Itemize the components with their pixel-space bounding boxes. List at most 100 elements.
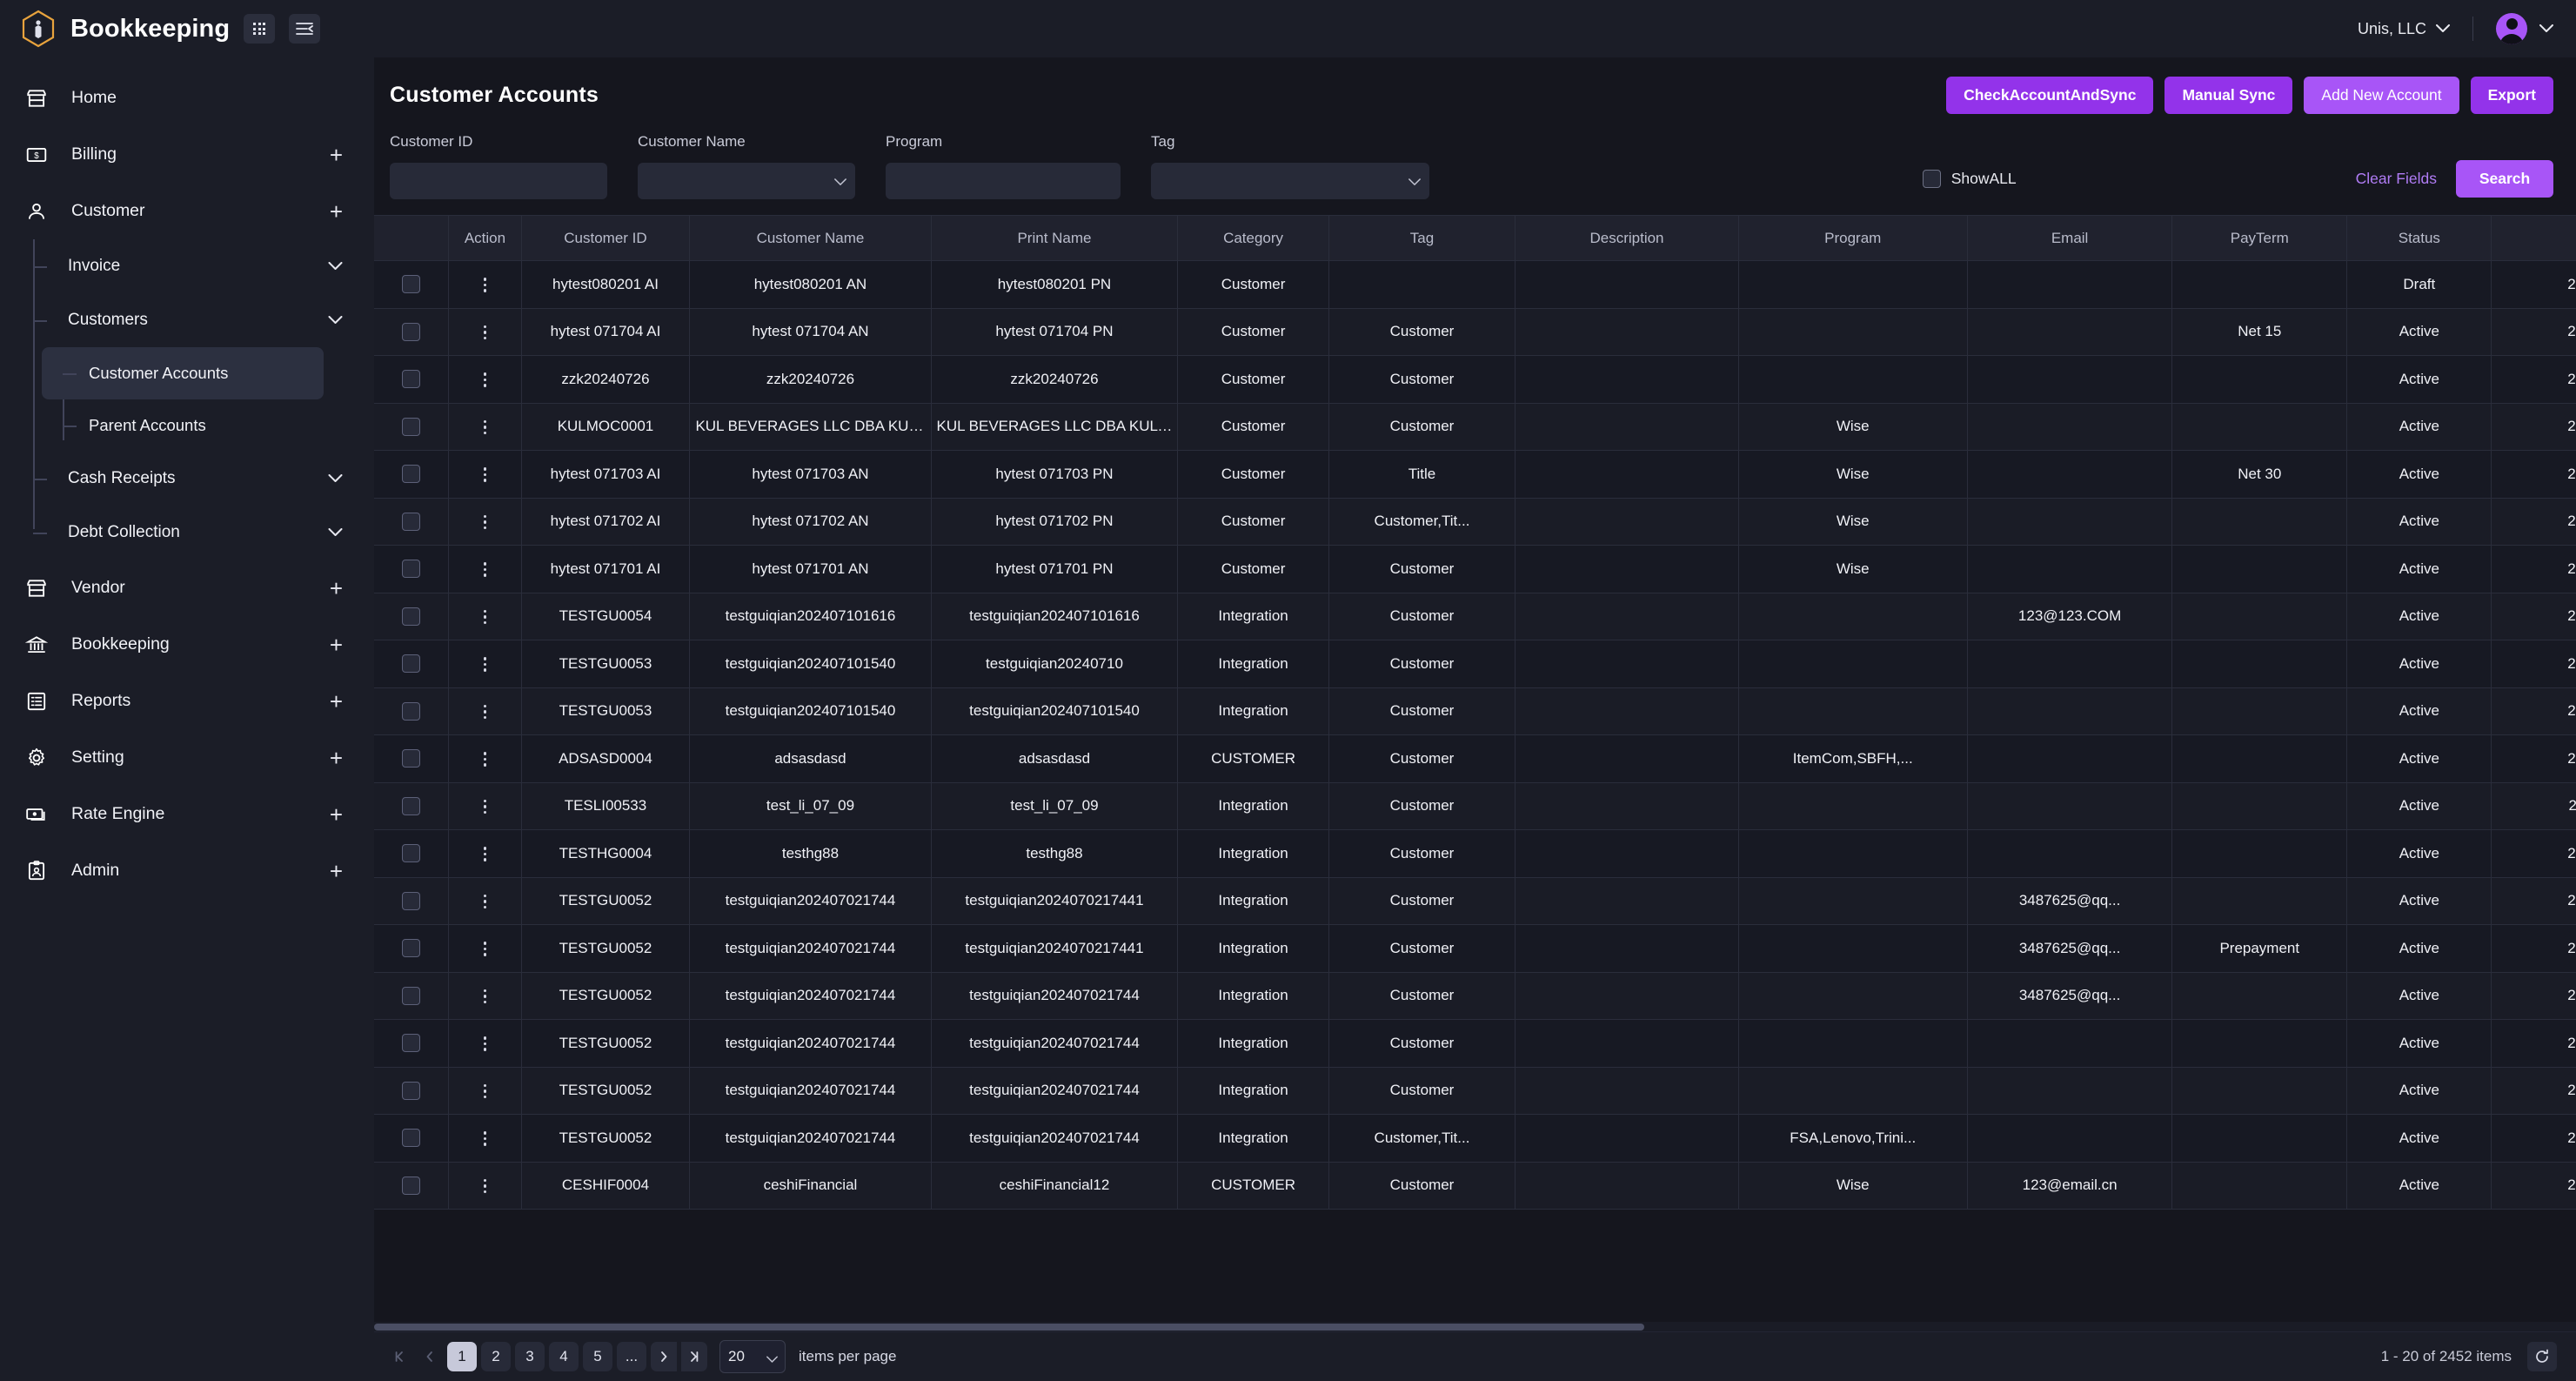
row-checkbox-cell[interactable] [374,356,449,404]
row-action-cell[interactable] [449,640,521,688]
add-icon[interactable]: + [330,577,343,600]
row-checkbox[interactable] [402,844,420,862]
table-row[interactable]: TESTGU0052testguiqian202407021744testgui… [374,1020,2576,1068]
table-row[interactable]: TESTGU0053testguiqian202407101540testgui… [374,687,2576,735]
row-action-cell[interactable] [449,546,521,593]
table-row[interactable]: TESTGU0052testguiqian202407021744testgui… [374,1067,2576,1115]
row-menu-icon[interactable] [484,372,487,387]
row-checkbox-cell[interactable] [374,498,449,546]
row-checkbox[interactable] [402,560,420,578]
row-action-cell[interactable] [449,1020,521,1068]
sidebar-item-cash-receipts[interactable]: Cash Receipts [0,452,374,506]
last-page-icon[interactable] [681,1342,707,1371]
row-checkbox[interactable] [402,654,420,673]
table-row[interactable]: TESTGU0052testguiqian202407021744testgui… [374,877,2576,925]
sidebar-item-billing[interactable]: $ Billing + [0,126,374,183]
org-selector[interactable]: Unis, LLC [2358,20,2450,38]
row-menu-icon[interactable] [484,515,487,530]
page-button-2[interactable]: 2 [481,1342,511,1371]
row-menu-icon[interactable] [484,847,487,861]
clear-fields-link[interactable]: Clear Fields [2356,170,2437,188]
row-checkbox-cell[interactable] [374,593,449,640]
row-checkbox-cell[interactable] [374,640,449,688]
prev-page-icon[interactable] [417,1342,443,1371]
page-button-3[interactable]: 3 [515,1342,545,1371]
row-checkbox-cell[interactable] [374,1115,449,1163]
customer-id-input[interactable] [390,163,607,199]
add-icon[interactable]: + [330,690,343,713]
sidebar-item-admin[interactable]: Admin + [0,842,374,899]
row-menu-icon[interactable] [484,705,487,720]
chevron-down-icon[interactable] [328,316,343,325]
horizontal-scrollbar[interactable] [374,1322,2576,1332]
row-action-cell[interactable] [449,782,521,830]
th-select-all[interactable] [374,216,449,261]
refresh-icon[interactable] [2527,1342,2557,1371]
table-row[interactable]: TESTHG0004testhg88testhg88IntegrationCus… [374,830,2576,878]
row-checkbox[interactable] [402,1129,420,1147]
table-row[interactable]: TESTGU0052testguiqian202407021744testgui… [374,972,2576,1020]
row-checkbox-cell[interactable] [374,308,449,356]
row-menu-icon[interactable] [484,752,487,767]
row-action-cell[interactable] [449,356,521,404]
row-checkbox[interactable] [402,892,420,910]
chevron-down-icon[interactable] [328,474,343,483]
program-input[interactable] [886,163,1121,199]
sidebar-item-parent-accounts[interactable]: Parent Accounts [0,399,374,452]
table-row[interactable]: TESLI00533test_li_07_09test_li_07_09Inte… [374,782,2576,830]
th-tag[interactable]: Tag [1328,216,1515,261]
row-checkbox-cell[interactable] [374,925,449,973]
table-row[interactable]: hytest 071702 AIhytest 071702 ANhytest 0… [374,498,2576,546]
row-checkbox-cell[interactable] [374,735,449,783]
scrollbar-thumb[interactable] [374,1324,1644,1331]
page-button-4[interactable]: 4 [549,1342,579,1371]
page-size-select[interactable]: 20 [719,1340,786,1373]
row-checkbox-cell[interactable] [374,782,449,830]
first-page-icon[interactable] [386,1342,412,1371]
table-row[interactable]: ADSASD0004adsasdasdadsasdasdCUSTOMERCust… [374,735,2576,783]
manual-sync-button[interactable]: Manual Sync [2165,77,2292,114]
th-status[interactable]: Status [2347,216,2492,261]
row-menu-icon[interactable] [484,1084,487,1099]
sidebar-item-invoice[interactable]: Invoice [0,239,374,293]
row-checkbox[interactable] [402,749,420,768]
row-checkbox[interactable] [402,513,420,531]
row-action-cell[interactable] [449,593,521,640]
row-menu-icon[interactable] [484,1036,487,1051]
page-ellipsis[interactable]: ... [617,1342,646,1371]
sidebar-item-customer[interactable]: Customer + [0,183,374,239]
row-action-cell[interactable] [449,451,521,499]
sidebar-item-rate-engine[interactable]: Rate Engine + [0,786,374,842]
customer-name-input[interactable] [638,163,855,199]
table-row[interactable]: hytest 071701 AIhytest 071701 ANhytest 0… [374,546,2576,593]
row-checkbox-cell[interactable] [374,1162,449,1210]
th-customer-id[interactable]: Customer ID [521,216,690,261]
sidebar-item-setting[interactable]: Setting + [0,729,374,786]
row-checkbox-cell[interactable] [374,972,449,1020]
row-checkbox[interactable] [402,1034,420,1052]
th-customer-name[interactable]: Customer Name [690,216,931,261]
sidebar-item-home[interactable]: Home [0,70,374,126]
row-menu-icon[interactable] [484,800,487,815]
table-row[interactable]: CESHIF0004ceshiFinancialceshiFinancial12… [374,1162,2576,1210]
row-menu-icon[interactable] [484,989,487,1004]
row-menu-icon[interactable] [484,657,487,672]
export-button[interactable]: Export [2471,77,2553,114]
table-row[interactable]: zzk20240726zzk20240726zzk20240726Custome… [374,356,2576,404]
table-row[interactable]: TESTGU0054testguiqian202407101616testgui… [374,593,2576,640]
table-row[interactable]: hytest 071703 AIhytest 071703 ANhytest 0… [374,451,2576,499]
table-row[interactable]: TESTGU0052testguiqian202407021744testgui… [374,925,2576,973]
sidebar-item-vendor[interactable]: Vendor + [0,560,374,616]
row-menu-icon[interactable] [484,278,487,292]
th-payterm[interactable]: PayTerm [2172,216,2347,261]
row-checkbox[interactable] [402,1082,420,1100]
row-menu-icon[interactable] [484,610,487,625]
sidebar-item-customers[interactable]: Customers [0,293,374,347]
chevron-down-icon[interactable] [328,262,343,271]
row-checkbox[interactable] [402,702,420,721]
table-row[interactable]: KULMOC0001KUL BEVERAGES LLC DBA KUL ...K… [374,403,2576,451]
row-checkbox[interactable] [402,418,420,436]
row-menu-icon[interactable] [484,467,487,482]
add-new-account-button[interactable]: Add New Account [2304,77,2459,114]
row-checkbox[interactable] [402,1177,420,1195]
